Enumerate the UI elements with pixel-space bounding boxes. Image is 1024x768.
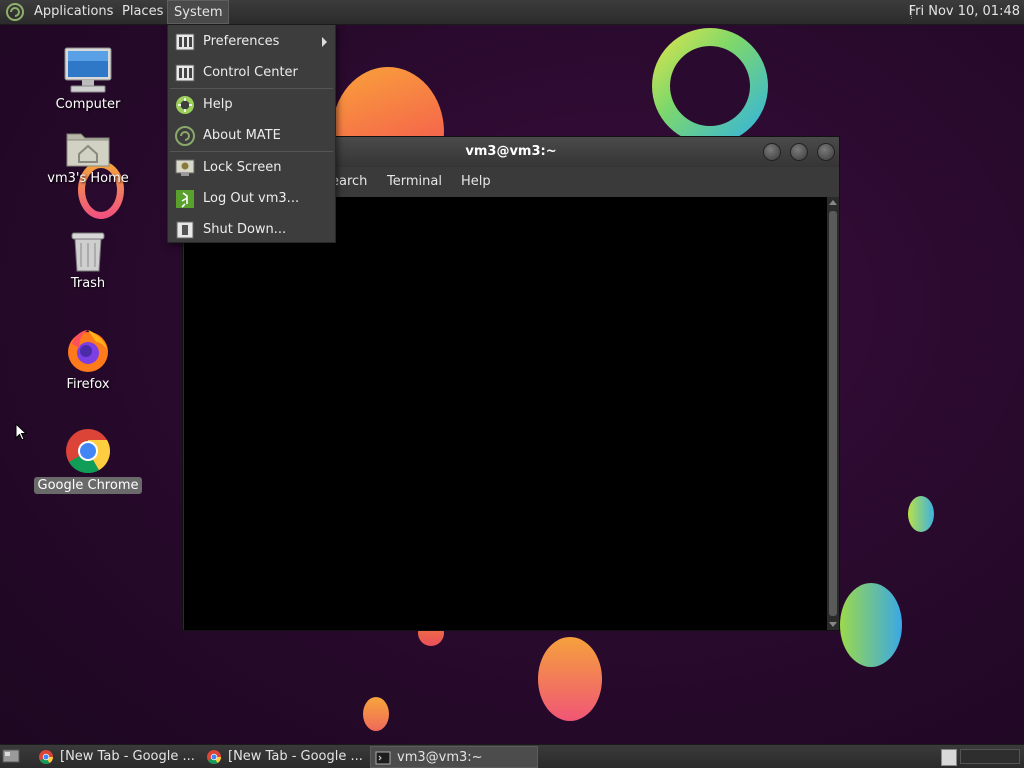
menu-help[interactable]: Help [455, 167, 497, 197]
decorative-blob [538, 637, 602, 721]
desktop-icon-trash[interactable]: Trash [33, 229, 143, 292]
top-panel: Applications Places System Fri Nov 10, 0… [0, 0, 1024, 25]
trash-icon [71, 232, 105, 272]
taskbar-item-label: vm3@vm3:~ [397, 750, 483, 765]
decorative-blob [363, 697, 389, 731]
desktop-icon-label: Trash [70, 276, 106, 291]
shutdown-icon [176, 221, 194, 239]
menu-item-preferences[interactable]: Preferences [168, 26, 335, 57]
chrome-icon [207, 750, 221, 764]
home-folder-icon [66, 133, 110, 167]
taskbar-item-chrome-1[interactable]: [New Tab - Google ... [34, 746, 200, 768]
desktop-icon-label: vm3's Home [47, 171, 129, 186]
menu-item-about-mate[interactable]: About MATE [168, 120, 335, 151]
maximize-button[interactable] [790, 143, 808, 161]
desktop-icon-firefox[interactable]: Firefox [33, 326, 143, 393]
menu-item-label: Control Center [203, 65, 298, 80]
places-menu[interactable]: Places [116, 0, 169, 24]
chrome-icon [66, 429, 111, 474]
mate-icon [175, 126, 195, 146]
desktop-icon-home[interactable]: vm3's Home [33, 128, 143, 187]
desktop-icon-computer[interactable]: Computer [33, 46, 143, 113]
firefox-icon [68, 330, 108, 372]
mouse-cursor-icon [15, 423, 27, 441]
terminal-output[interactable] [184, 197, 827, 630]
scrollbar[interactable] [827, 197, 839, 630]
submenu-arrow-icon [322, 37, 327, 47]
taskbar-item-terminal[interactable]: vm3@vm3:~ [370, 746, 538, 768]
scrollbar-thumb[interactable] [829, 211, 837, 616]
terminal-icon [375, 751, 391, 765]
menu-terminal[interactable]: Terminal [381, 167, 448, 197]
desktop-icon-chrome[interactable]: Google Chrome [33, 427, 143, 494]
decorative-blob [840, 583, 902, 667]
chrome-icon [39, 750, 53, 764]
scroll-up-arrow-icon[interactable] [829, 200, 837, 205]
desktop-icon-label: Google Chrome [33, 477, 143, 494]
menu-item-label: About MATE [203, 128, 281, 143]
taskbar-item-chrome-2[interactable]: [New Tab - Google ... [202, 746, 368, 768]
taskbar-item-label: [New Tab - Google ... [228, 749, 363, 764]
close-button[interactable] [817, 143, 835, 161]
menu-item-label: Shut Down... [203, 222, 287, 237]
help-icon [176, 96, 194, 114]
menu-item-lock-screen[interactable]: Lock Screen [168, 152, 335, 183]
preferences-icon [175, 33, 195, 51]
desktop-icon-label: Firefox [66, 377, 110, 392]
show-desktop-icon[interactable] [2, 748, 20, 764]
decorative-ring [652, 28, 768, 144]
menu-item-label: Log Out vm3... [203, 191, 300, 206]
bottom-panel: [New Tab - Google ... [New Tab - Google … [0, 744, 1024, 768]
menu-item-label: Lock Screen [203, 160, 282, 175]
applications-menu[interactable]: Applications [28, 0, 119, 24]
workspace-switcher-2[interactable] [960, 749, 1020, 764]
control-center-icon [175, 64, 195, 82]
clock[interactable]: Fri Nov 10, 01:48 [909, 0, 1020, 24]
workspace-switcher-1[interactable] [941, 749, 957, 766]
system-menu: Preferences Control Center Help About MA… [167, 24, 336, 243]
minimize-button[interactable] [763, 143, 781, 161]
scroll-down-arrow-icon[interactable] [829, 622, 837, 627]
logout-icon [176, 190, 194, 208]
menu-item-label: Help [203, 97, 233, 112]
menu-item-control-center[interactable]: Control Center [168, 57, 335, 88]
window-title: vm3@vm3:~ [465, 144, 557, 159]
taskbar-item-label: [New Tab - Google ... [60, 749, 195, 764]
menu-item-log-out[interactable]: Log Out vm3... [168, 183, 335, 214]
decorative-blob [908, 496, 934, 532]
mate-logo-icon[interactable] [6, 3, 24, 21]
lock-screen-icon [175, 159, 195, 176]
menu-item-label: Preferences [203, 34, 280, 49]
menu-item-shut-down[interactable]: Shut Down... [168, 214, 335, 245]
system-menu-button[interactable]: System [167, 0, 230, 24]
computer-icon [64, 47, 112, 93]
desktop-icon-label: Computer [55, 97, 121, 112]
menu-item-help[interactable]: Help [168, 89, 335, 120]
desktop-background: Computer vm3's Home Trash Firefox Google… [0, 0, 1024, 768]
